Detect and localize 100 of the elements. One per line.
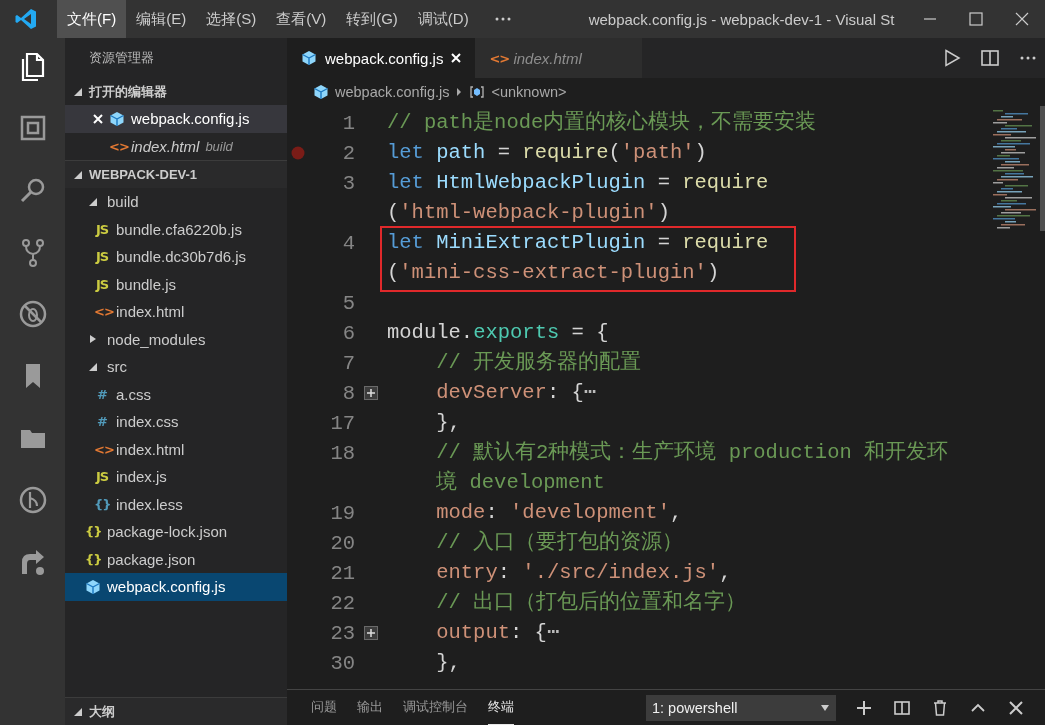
line-number: 22 (330, 591, 355, 615)
line-number: 20 (330, 531, 355, 555)
symbol-icon (469, 85, 486, 99)
line-number: 3 (342, 171, 355, 195)
file-item[interactable]: {} package-lock.json (65, 518, 287, 546)
folder-item[interactable]: node_modules (65, 325, 287, 353)
file-name: index.css (116, 413, 179, 431)
section-title: 大纲 (89, 702, 115, 721)
folder-name: src (107, 358, 127, 376)
expand-plus-icon[interactable] (364, 626, 378, 640)
folder-item[interactable]: src (65, 353, 287, 381)
tab-label: index.html (513, 49, 582, 67)
plus-icon[interactable] (856, 699, 872, 716)
menu-item[interactable]: 文件(F) (57, 0, 127, 38)
menu-item[interactable]: 查看(V) (266, 0, 337, 38)
editor-tab[interactable]: webpack.config.js (287, 38, 476, 78)
file-item[interactable]: JS bundle.js (65, 270, 287, 298)
panel-tab[interactable]: 输出 (357, 690, 383, 725)
caret-icon (820, 703, 830, 712)
file-item[interactable]: <>index.html (65, 298, 287, 326)
chevron-right-icon (455, 87, 464, 97)
breadcrumb-item[interactable]: webpack.config.js (335, 84, 450, 100)
code-line: ('mini-css-extract-plugin') (387, 260, 720, 286)
scrollbar-thumb[interactable] (1040, 106, 1045, 231)
expand-plus-icon[interactable] (364, 386, 378, 400)
expanded-triangle-icon[interactable] (73, 169, 83, 180)
open-editor-item[interactable]: <>index.html build (65, 132, 287, 160)
editor-tab[interactable]: <> index.html (475, 38, 642, 78)
file-item[interactable]: JS bundle.dc30b7d6.js (65, 243, 287, 271)
file-path: build (205, 138, 233, 154)
maximize-icon[interactable] (969, 12, 983, 26)
code-line: // 默认有2种模式：生产环境 production 和开发环 (436, 439, 949, 466)
section-header[interactable]: WEBPACK-DEV-1 (65, 160, 287, 188)
code-line: // 入口（要打包的资源） (436, 529, 684, 556)
line-number: 4 (342, 231, 355, 255)
line-number: 7 (342, 351, 355, 375)
expanded-triangle-icon[interactable] (73, 706, 83, 717)
menu-item[interactable]: 调试(D) (407, 0, 479, 38)
file-type-icon: {} (85, 551, 101, 567)
menu-item[interactable]: 转到(G) (336, 0, 408, 38)
section-header[interactable]: 大纲 (65, 697, 287, 725)
expanded-triangle-icon[interactable] (88, 196, 98, 207)
line-number: 19 (330, 501, 355, 525)
breadcrumb-item[interactable]: <unknown> (491, 84, 567, 100)
code-line: }, (436, 650, 461, 676)
file-item[interactable]: # a.css (65, 380, 287, 408)
line-number: 2 (342, 141, 355, 165)
code-line: entry: './src/index.js', (436, 560, 732, 586)
select-value: 1: powershell (652, 699, 738, 716)
expanded-triangle-icon[interactable] (88, 361, 98, 372)
code-line: // 开发服务器的配置 (436, 350, 642, 376)
file-item[interactable]: JS index.js (65, 463, 287, 491)
run-icon[interactable] (943, 49, 961, 67)
cube-icon (313, 84, 329, 100)
file-item[interactable]: webpack.config.js (65, 573, 287, 601)
file-name: a.css (116, 385, 151, 403)
line-number: 18 (330, 441, 355, 465)
terminal-select[interactable]: 1: powershell (646, 694, 836, 721)
file-type-icon: {} (85, 524, 101, 540)
file-name: bundle.cfa6220b.js (116, 220, 242, 238)
panel-tab[interactable]: 问题 (311, 690, 337, 725)
folder-item[interactable]: build (65, 188, 287, 216)
file-name: index.less (116, 495, 183, 513)
cube-icon (301, 50, 317, 66)
section-title: 打开的编辑器 (89, 82, 167, 101)
app-logo-icon (15, 8, 37, 30)
file-name: webpack.config.js (131, 110, 250, 128)
code-line: module.exports = { (387, 320, 609, 346)
file-name: bundle.dc30b7d6.js (116, 248, 247, 266)
code-line: output: {⋯ (436, 620, 560, 646)
file-name: index.js (116, 468, 167, 486)
menu-item[interactable]: 编辑(E) (126, 0, 197, 38)
file-item[interactable]: {} index.less (65, 490, 287, 518)
split-editor-icon[interactable] (981, 49, 999, 67)
panel-tab[interactable]: 调试控制台 (403, 690, 468, 725)
collapsed-triangle-icon[interactable] (88, 334, 98, 345)
open-editor-item[interactable]: webpack.config.js (65, 105, 287, 133)
close-icon[interactable] (1008, 699, 1024, 716)
trash-icon[interactable] (932, 699, 948, 716)
file-item[interactable]: <>index.html (65, 435, 287, 463)
code-line: }, (436, 410, 461, 436)
folder-name: build (107, 193, 139, 211)
file-name: index.html (116, 303, 185, 321)
expanded-triangle-icon[interactable] (73, 86, 83, 97)
panel-tab[interactable]: 终端 (488, 690, 514, 725)
close-icon[interactable] (1015, 12, 1029, 26)
file-item[interactable]: {} package.json (65, 545, 287, 573)
code-line: ('html-webpack-plugin') (387, 200, 670, 226)
file-item[interactable]: # index.css (65, 408, 287, 436)
menu-item[interactable]: 选择(S) (196, 0, 267, 38)
cube-icon (85, 578, 101, 595)
file-name: webpack.config.js (107, 578, 226, 596)
split-terminal-icon[interactable] (894, 699, 910, 716)
cube-icon (109, 110, 125, 127)
file-name: package-lock.json (107, 523, 228, 541)
file-type-icon: # (94, 414, 110, 430)
file-item[interactable]: JS bundle.cfa6220b.js (65, 215, 287, 243)
code-line: // path是node内置的核心模块，不需要安装 (387, 109, 817, 136)
code-line: let path = require('path') (387, 140, 707, 166)
file-name: index.html (116, 440, 185, 458)
